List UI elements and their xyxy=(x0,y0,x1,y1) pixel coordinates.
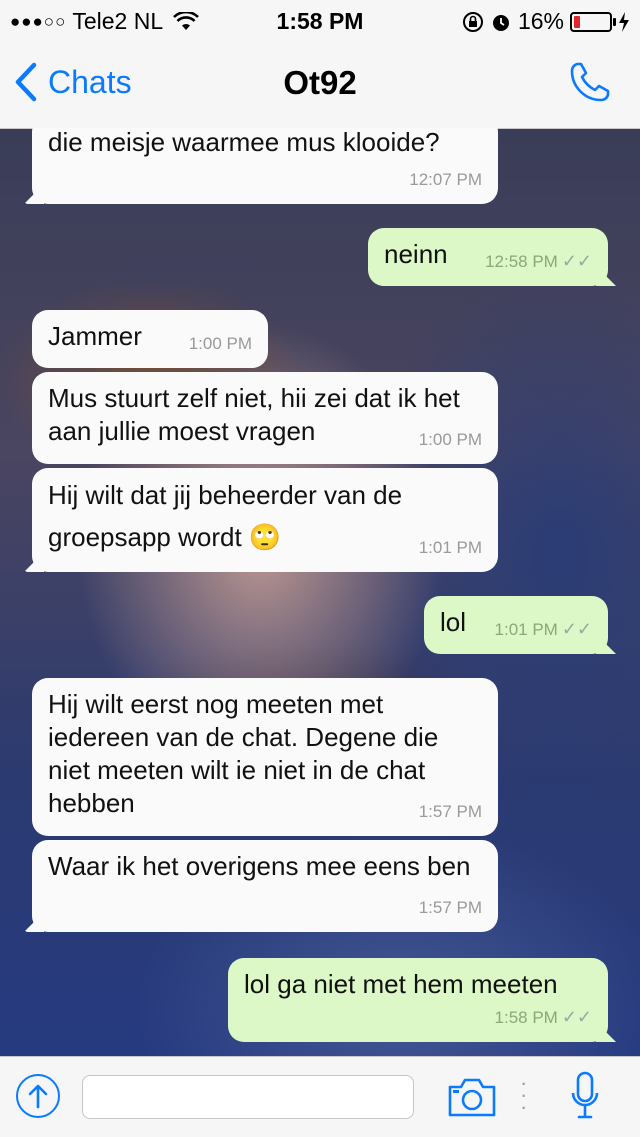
alarm-icon xyxy=(492,14,509,31)
message-text: Hij wilt dat jij beheerder van de groeps… xyxy=(48,480,403,552)
message-bubble-incoming[interactable]: Jammer 1:00 PM xyxy=(32,310,268,368)
battery-percent: 16% xyxy=(517,8,564,34)
double-check-icon: ✓✓ xyxy=(561,251,592,271)
message-time: 12:58 PM xyxy=(485,252,558,271)
message-bubble-outgoing[interactable]: lol 1:01 PM ✓✓ xyxy=(424,596,616,654)
composer-bar: · · · xyxy=(0,1056,640,1137)
message-time: 1:00 PM xyxy=(188,334,252,353)
call-button[interactable] xyxy=(566,58,614,111)
message-input[interactable] xyxy=(82,1075,414,1119)
double-check-icon: ✓✓ xyxy=(561,1007,592,1027)
message-list[interactable]: die meisje waarmee mus klooide? 12:07 PM… xyxy=(0,128,640,1056)
rotation-lock-icon xyxy=(462,11,483,32)
message-time: 1:01 PM xyxy=(494,620,558,639)
camera-button[interactable] xyxy=(446,1075,498,1124)
message-text: lol ga niet met hem meeten xyxy=(244,969,558,999)
battery-icon xyxy=(570,11,616,32)
message-bubble-incoming[interactable]: Waar ik het overigens mee eens ben 1:57 … xyxy=(24,840,498,932)
message-time: 1:01 PM xyxy=(418,538,482,557)
chat-header: Chats Ot92 xyxy=(0,40,640,129)
message-bubble-incoming[interactable]: Hij wilt eerst nog meeten met iedereen v… xyxy=(32,678,498,836)
camera-icon xyxy=(448,1078,496,1117)
message-text: die meisje waarmee mus klooide? xyxy=(48,128,440,157)
phone-icon xyxy=(570,62,610,102)
message-bubble-incoming[interactable]: die meisje waarmee mus klooide? 12:07 PM xyxy=(24,128,498,204)
message-bubble-outgoing[interactable]: lol ga niet met hem meeten 1:58 PM ✓✓ xyxy=(228,958,616,1042)
microphone-icon xyxy=(571,1071,599,1119)
message-time: 12:07 PM xyxy=(409,170,482,189)
message-text: Hij wilt eerst nog meeten met iedereen v… xyxy=(48,689,439,818)
message-text: Waar ik het overigens mee eens ben xyxy=(48,851,471,881)
arrow-up-circle-icon xyxy=(28,1084,48,1109)
message-time: 1:57 PM xyxy=(418,802,482,821)
message-time: 1:58 PM xyxy=(494,1008,558,1027)
voice-note-button[interactable] xyxy=(570,1069,600,1128)
message-bubble-outgoing[interactable]: neinn 12:58 PM ✓✓ xyxy=(368,228,616,286)
separator-dots: · · · xyxy=(520,1070,528,1119)
attach-button[interactable] xyxy=(16,1074,60,1118)
charging-icon xyxy=(619,11,629,32)
message-bubble-incoming[interactable]: Mus stuurt zelf niet, hii zei dat ik het… xyxy=(32,372,498,464)
status-bar: ●●●○○ Tele2 NL 1:58 PM 16% xyxy=(0,0,640,40)
message-text: Mus stuurt zelf niet, hii zei dat ik het… xyxy=(48,383,460,446)
message-time: 1:57 PM xyxy=(418,898,482,917)
double-check-icon: ✓✓ xyxy=(561,619,592,639)
chat-title[interactable]: Ot92 xyxy=(0,64,640,102)
message-bubble-incoming[interactable]: Hij wilt dat jij beheerder van de groeps… xyxy=(24,468,498,572)
message-time: 1:00 PM xyxy=(418,430,482,449)
